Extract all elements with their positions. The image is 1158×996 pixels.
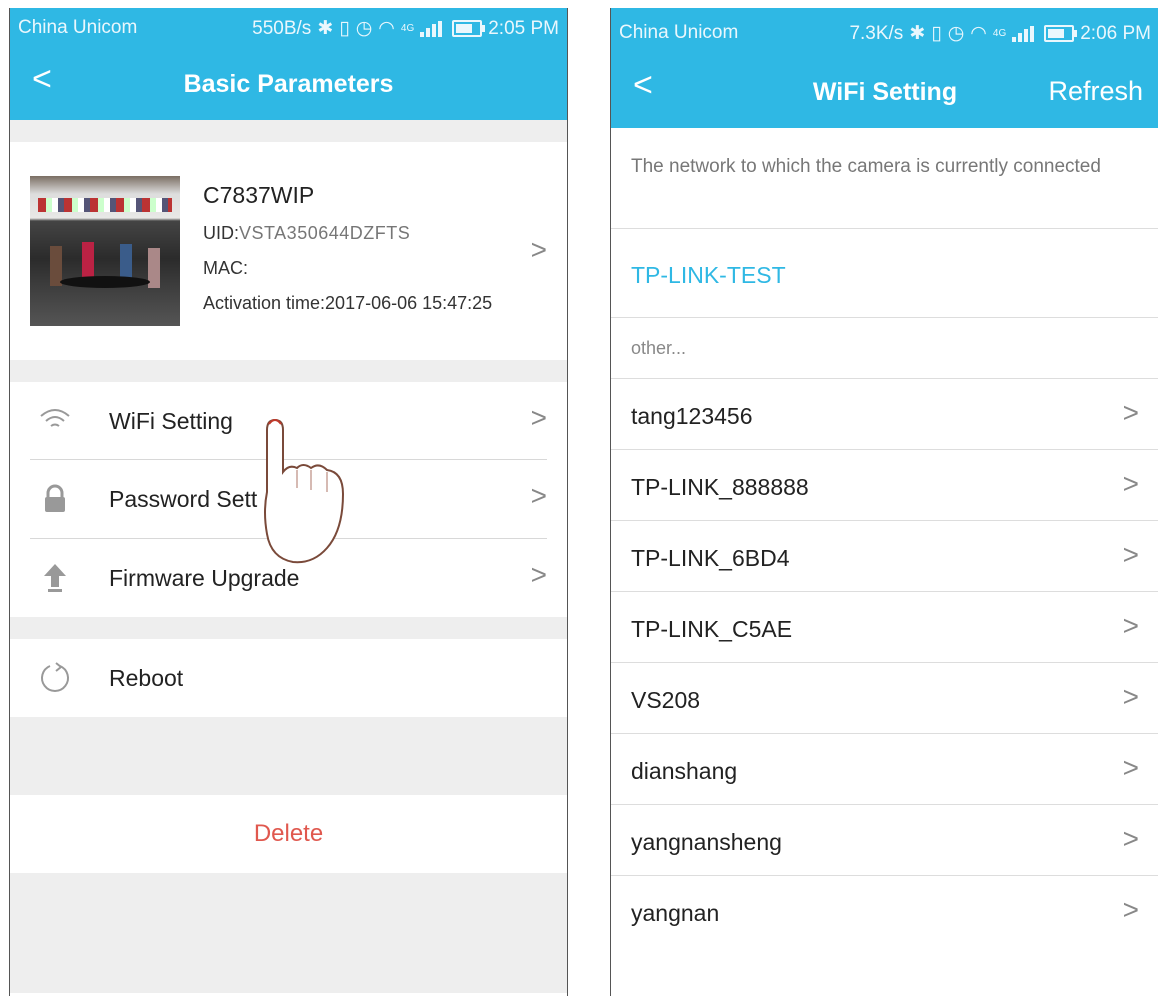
network-item[interactable]: VS208 > — [611, 663, 1158, 734]
carrier-label: China Unicom — [619, 22, 739, 43]
network-name: VS208 — [631, 687, 701, 713]
nav-bar: < WiFi Setting Refresh — [611, 48, 1158, 128]
divider — [10, 360, 567, 382]
divider — [10, 873, 567, 993]
chevron-right-icon: > — [1122, 397, 1139, 428]
signal-icon — [420, 20, 443, 37]
camera-snapshot — [30, 176, 180, 326]
carrier-label: China Unicom — [18, 17, 138, 38]
pointing-hand-icon — [264, 418, 345, 564]
chevron-right-icon: > — [530, 559, 547, 590]
lock-icon — [45, 484, 65, 512]
network-item[interactable]: dianshang > — [611, 734, 1158, 805]
network-type: 4G — [400, 23, 415, 34]
password-setting-label: Password Sett — [109, 486, 258, 512]
wifi-setting-screen: China Unicom 7.3K/s ✱ ▯ ◷ ◠ 4G 2:06 PM <… — [610, 8, 1158, 996]
network-name: tang123456 — [631, 403, 753, 429]
wifi-setting-label: WiFi Setting — [109, 407, 233, 434]
battery-icon — [1044, 25, 1078, 42]
network-item[interactable]: yangnansheng > — [611, 805, 1158, 876]
page-title: Basic Parameters — [183, 70, 394, 98]
alarm-icon: ◷ — [947, 23, 965, 44]
activation-time: Activation time:2017-06-06 15:47:25 — [203, 293, 493, 313]
chevron-right-icon: > — [1122, 468, 1139, 499]
network-item[interactable]: TP-LINK_6BD4 > — [611, 521, 1158, 592]
current-network-hint: The network to which the camera is curre… — [631, 156, 1101, 177]
refresh-icon — [41, 662, 69, 692]
delete-button[interactable]: Delete — [10, 795, 567, 873]
network-item[interactable]: tang123456 > — [611, 379, 1158, 450]
bluetooth-icon: ✱ — [317, 18, 334, 39]
nav-bar: < Basic Parameters — [10, 48, 567, 120]
net-speed: 550B/s — [252, 17, 312, 39]
chevron-right-icon: > — [1122, 894, 1139, 925]
chevron-right-icon: > — [1122, 752, 1139, 783]
signal-icon — [1012, 25, 1035, 42]
network-type: 4G — [992, 28, 1007, 39]
network-name: TP-LINK_6BD4 — [631, 545, 790, 571]
bluetooth-icon: ✱ — [909, 23, 926, 44]
other-label: other... — [631, 338, 687, 358]
device-name: C7837WIP — [203, 182, 315, 208]
divider — [10, 120, 567, 142]
other-networks-header: other... — [611, 318, 1158, 379]
chevron-right-icon: > — [1122, 539, 1139, 570]
reboot-label: Reboot — [109, 664, 184, 691]
chevron-right-icon: > — [530, 480, 547, 511]
network-item[interactable]: TP-LINK_888888 > — [611, 450, 1158, 521]
device-info-card[interactable]: C7837WIP UID:VSTA350644DZFTS MAC: Activa… — [10, 142, 567, 360]
clock: 2:06 PM — [1080, 22, 1151, 44]
chevron-right-icon: > — [530, 402, 547, 433]
network-name: TP-LINK_C5AE — [631, 616, 793, 642]
refresh-button[interactable]: Refresh — [1048, 76, 1143, 107]
alarm-icon: ◷ — [355, 18, 373, 39]
wifi-icon — [40, 409, 70, 427]
wifi-status-icon: ◠ — [378, 18, 395, 39]
network-item[interactable]: TP-LINK_C5AE > — [611, 592, 1158, 663]
divider — [10, 617, 567, 639]
uid-value: VSTA350644DZFTS — [239, 223, 411, 243]
network-item[interactable]: yangnan > — [611, 876, 1158, 946]
mac-label: MAC: — [203, 258, 248, 278]
current-network-name: TP-LINK-TEST — [631, 262, 786, 288]
network-name: TP-LINK_888888 — [631, 474, 809, 500]
clock: 2:05 PM — [488, 17, 559, 39]
network-name: yangnan — [631, 900, 720, 926]
chevron-right-icon: > — [1122, 823, 1139, 854]
battery-icon — [452, 20, 486, 37]
vibrate-icon: ▯ — [931, 23, 942, 44]
divider — [10, 717, 567, 795]
chevron-right-icon: > — [530, 234, 547, 265]
uid-label: UID: — [203, 223, 239, 243]
status-bar: China Unicom 550B/s ✱ ▯ ◷ ◠ 4G 2:05 PM — [10, 8, 567, 48]
vibrate-icon: ▯ — [339, 18, 350, 39]
reboot-row[interactable]: Reboot — [10, 639, 567, 717]
current-network-row: TP-LINK-TEST — [611, 228, 1158, 318]
upload-icon — [44, 564, 66, 592]
wifi-status-icon: ◠ — [970, 23, 987, 44]
network-name: yangnansheng — [631, 829, 782, 855]
chevron-right-icon: > — [1122, 681, 1139, 712]
chevron-right-icon: > — [1122, 610, 1139, 641]
network-name: dianshang — [631, 758, 738, 784]
net-speed: 7.3K/s — [849, 22, 904, 44]
status-bar: China Unicom 7.3K/s ✱ ▯ ◷ ◠ 4G 2:06 PM — [611, 8, 1158, 48]
